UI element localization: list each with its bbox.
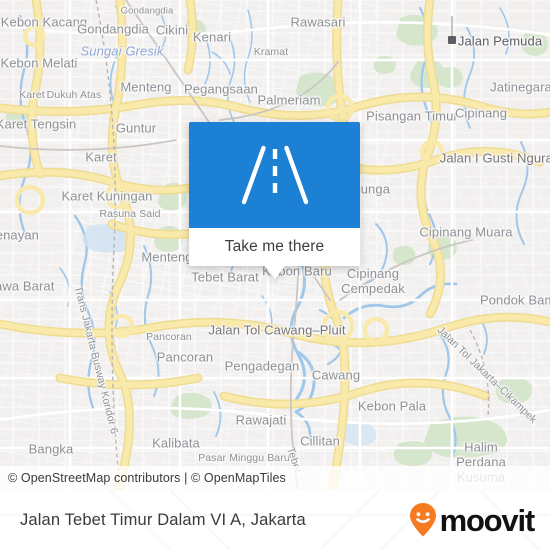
map-label: Kebon Kacang bbox=[0, 14, 88, 30]
take-me-there-callout[interactable]: Take me there bbox=[189, 122, 360, 279]
callout-body[interactable]: Take me there bbox=[189, 228, 360, 266]
map-label: Pancoran bbox=[156, 349, 214, 365]
map-label: Kramat bbox=[253, 46, 289, 58]
map-label: Jalan I Gusti Ngurah bbox=[439, 150, 550, 166]
map-label: Kalibata bbox=[152, 435, 200, 451]
map-attribution: © OpenStreetMap contributors | © OpenMap… bbox=[0, 466, 550, 490]
map-label: Jalan Tol Cawang–Pluit bbox=[208, 322, 346, 338]
callout-pointer bbox=[264, 266, 285, 279]
map-label: Palmeriam bbox=[257, 92, 321, 108]
map-label: Gondangdia bbox=[77, 21, 149, 37]
map-label: Guntur bbox=[115, 120, 157, 136]
map-label: Menteng bbox=[141, 249, 193, 265]
footer-bar: Jalan Tebet Timur Dalam VI A, Jakarta mo… bbox=[0, 490, 550, 550]
moovit-logo[interactable]: moovit bbox=[408, 502, 536, 538]
map-label: Karet bbox=[85, 149, 117, 165]
map-label: Karet Kuningan bbox=[61, 188, 153, 204]
map-label: Jatinegara bbox=[490, 79, 550, 95]
attribution-text: © OpenStreetMap contributors | © OpenMap… bbox=[8, 471, 286, 485]
map-label: Cillitan bbox=[300, 433, 340, 449]
map-label: Karet bbox=[19, 89, 45, 101]
map-label: Dukuh Atas bbox=[46, 89, 102, 101]
map-label: Rasuna Said bbox=[99, 208, 161, 220]
moovit-wordmark: moovit bbox=[439, 502, 536, 538]
map-label: Kebon Melati bbox=[0, 55, 78, 71]
map-label: Karet Tengsin bbox=[0, 116, 77, 132]
map-label: Pegangsaan bbox=[183, 81, 259, 97]
map-label: Cipinang Cempedak bbox=[341, 266, 405, 296]
map-label: Tebet Barat bbox=[191, 269, 259, 285]
map-label: Cipinang bbox=[454, 105, 508, 121]
map-label: Pasar Minggu Baru bbox=[198, 452, 290, 464]
map-label: Cawang bbox=[311, 367, 361, 383]
location-title: Jalan Tebet Timur Dalam VI A, Jakarta bbox=[20, 510, 306, 529]
screenshot-root: Kebon Kacang Gondangdia Gondangdia Cikini Ke… bbox=[0, 0, 550, 550]
map-label: Rawajati bbox=[235, 412, 287, 428]
moovit-pin-icon bbox=[409, 503, 436, 537]
map-canvas[interactable]: Kebon Kacang Gondangdia Gondangdia Cikini Ke… bbox=[0, 0, 550, 490]
map-label: Gondangdia bbox=[120, 5, 174, 17]
map-label: Cipinang Muara bbox=[419, 224, 513, 240]
road-icon bbox=[241, 145, 308, 205]
take-me-there-label: Take me there bbox=[224, 238, 325, 255]
map-label: Cikini bbox=[155, 22, 189, 38]
map-label: Menteng bbox=[120, 79, 172, 95]
callout-header bbox=[189, 122, 360, 228]
map-label: Sungai Gresik bbox=[80, 43, 164, 59]
map-label: Rawa Barat bbox=[0, 278, 55, 294]
map-label: Senayan bbox=[0, 227, 40, 243]
map-label: Pondok Bambu bbox=[479, 292, 550, 308]
map-label: Kebon Pala bbox=[357, 398, 427, 414]
map-label: Rawasari bbox=[290, 14, 346, 30]
map-label: Pengadegan bbox=[224, 358, 300, 374]
map-label: Jalan Pemuda bbox=[457, 33, 543, 49]
map-label: Pancoran bbox=[146, 331, 192, 343]
map-label: Kenari bbox=[192, 29, 232, 45]
map-label: Bangka bbox=[28, 441, 74, 457]
map-label: Pisangan Timur bbox=[366, 108, 458, 124]
